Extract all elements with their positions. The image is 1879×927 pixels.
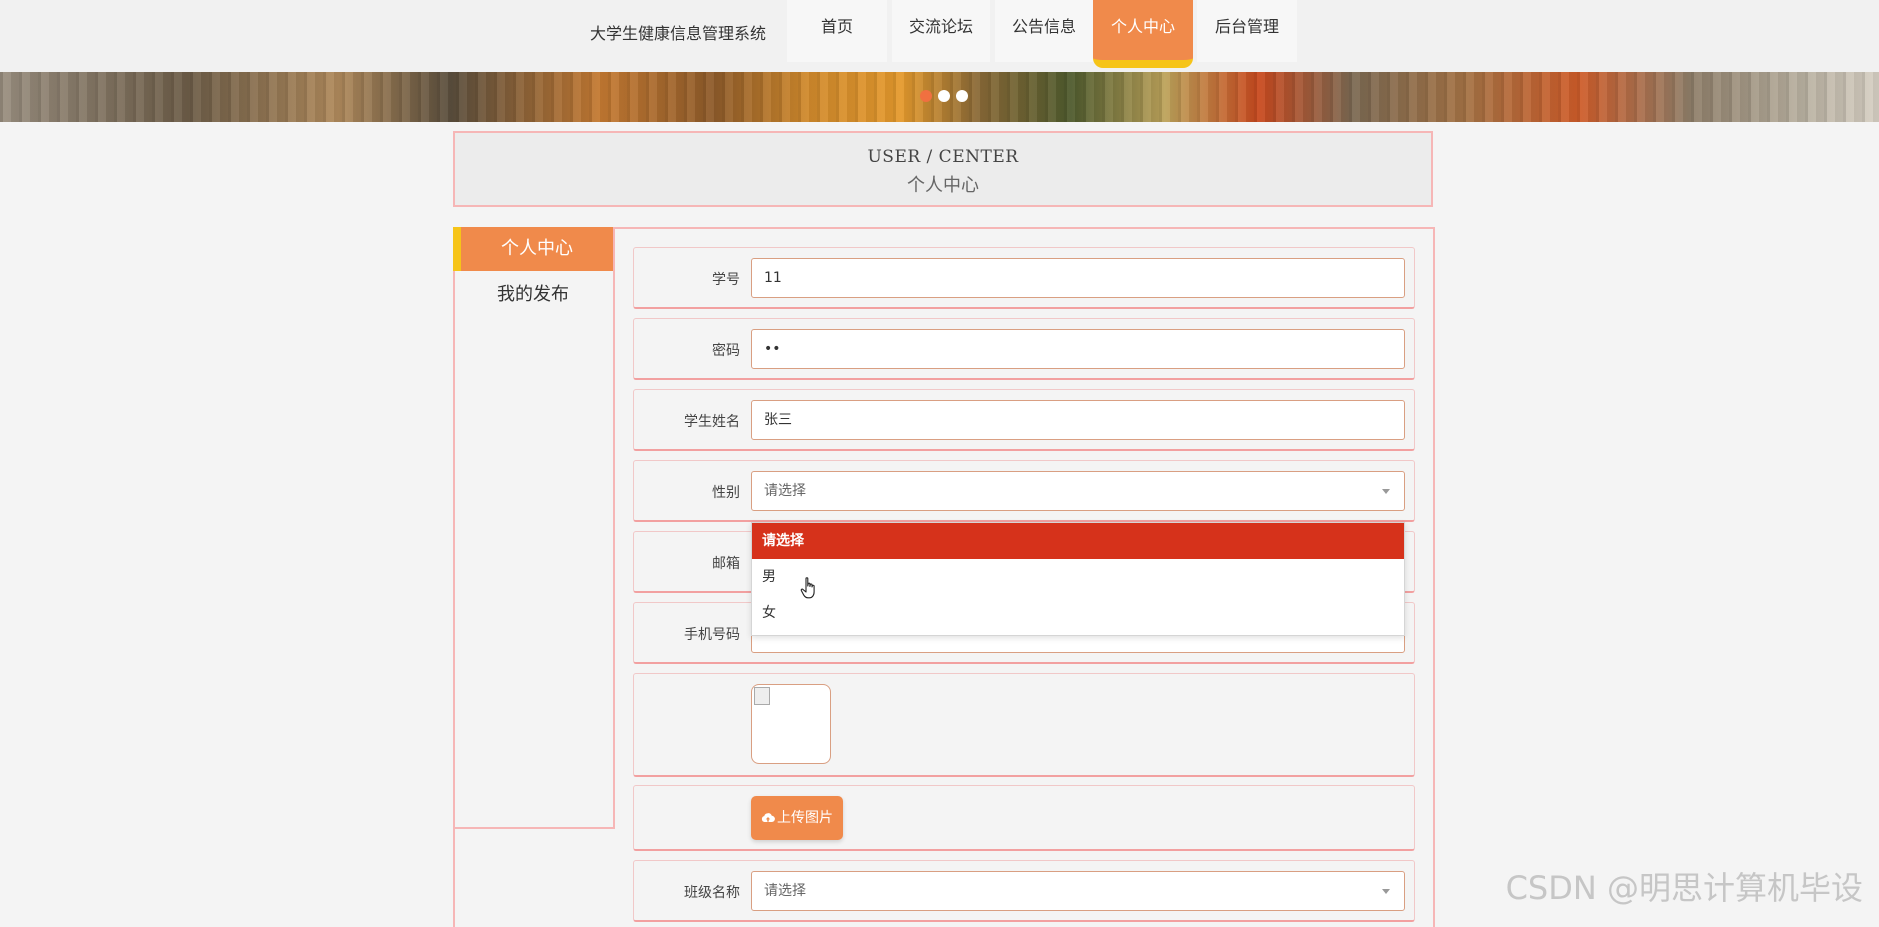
carousel-dot-2[interactable] — [938, 90, 950, 102]
sidebar-item-user-center[interactable]: 个人中心 — [453, 227, 613, 271]
nav-home[interactable]: 首页 — [787, 0, 887, 62]
form-row-image-preview — [633, 673, 1415, 777]
page-header-en: USER / CENTER — [867, 147, 1019, 167]
form-row-class: 班级名称 请选择 — [633, 860, 1415, 922]
page-header-cn: 个人中心 — [907, 175, 979, 196]
carousel-dot-3[interactable] — [956, 90, 968, 102]
student-id-input[interactable]: 11 — [751, 258, 1405, 298]
class-select[interactable]: 请选择 — [751, 871, 1405, 911]
gender-label: 性别 — [712, 485, 740, 501]
class-select-value: 请选择 — [764, 883, 806, 899]
form-row-student-id: 学号 11 — [633, 247, 1415, 309]
class-label: 班级名称 — [684, 885, 740, 901]
top-navbar: 大学生健康信息管理系统 首页 交流论坛 公告信息 个人中心 后台管理 — [0, 0, 1879, 72]
sidebar: 个人中心 我的发布 — [453, 227, 615, 829]
chevron-down-icon — [1382, 889, 1390, 894]
gender-select-value: 请选择 — [764, 483, 806, 499]
upload-image-button[interactable]: 上传图片 — [751, 796, 843, 840]
image-preview — [751, 684, 831, 764]
gender-dropdown-list: 请选择 男 女 — [751, 522, 1405, 636]
form-row-upload: 上传图片 — [633, 785, 1415, 851]
nav-forum[interactable]: 交流论坛 — [892, 0, 990, 62]
dropdown-option-female[interactable]: 女 — [752, 595, 1404, 631]
chevron-down-icon — [1382, 489, 1390, 494]
dropdown-option-male[interactable]: 男 — [752, 559, 1404, 595]
password-input[interactable]: •• — [751, 329, 1405, 369]
watermark: CSDN @明思计算机毕设 — [1505, 869, 1863, 907]
nav-user-center[interactable]: 个人中心 — [1093, 0, 1193, 68]
student-id-label: 学号 — [712, 272, 740, 288]
form-row-password: 密码 •• — [633, 318, 1415, 380]
dropdown-option-placeholder[interactable]: 请选择 — [752, 523, 1404, 559]
upload-button-label: 上传图片 — [777, 810, 833, 826]
nav-admin[interactable]: 后台管理 — [1197, 0, 1297, 62]
form-row-name: 学生姓名 张三 — [633, 389, 1415, 451]
email-label: 邮箱 — [712, 556, 740, 572]
gender-select[interactable]: 请选择 — [751, 471, 1405, 511]
carousel-dot-1[interactable] — [920, 90, 932, 102]
cloud-upload-icon — [761, 813, 775, 822]
phone-label: 手机号码 — [684, 627, 740, 643]
hand-pointer-icon — [800, 577, 815, 599]
password-label: 密码 — [712, 343, 740, 359]
name-input[interactable]: 张三 — [751, 400, 1405, 440]
form-row-gender: 性别 请选择 — [633, 460, 1415, 522]
nav-announcements[interactable]: 公告信息 — [995, 0, 1093, 62]
name-label: 学生姓名 — [684, 414, 740, 430]
sidebar-item-my-posts[interactable]: 我的发布 — [453, 277, 613, 313]
broken-image-icon — [754, 687, 770, 705]
site-title: 大学生健康信息管理系统 — [590, 24, 767, 43]
page-header: USER / CENTER 个人中心 — [453, 131, 1433, 207]
